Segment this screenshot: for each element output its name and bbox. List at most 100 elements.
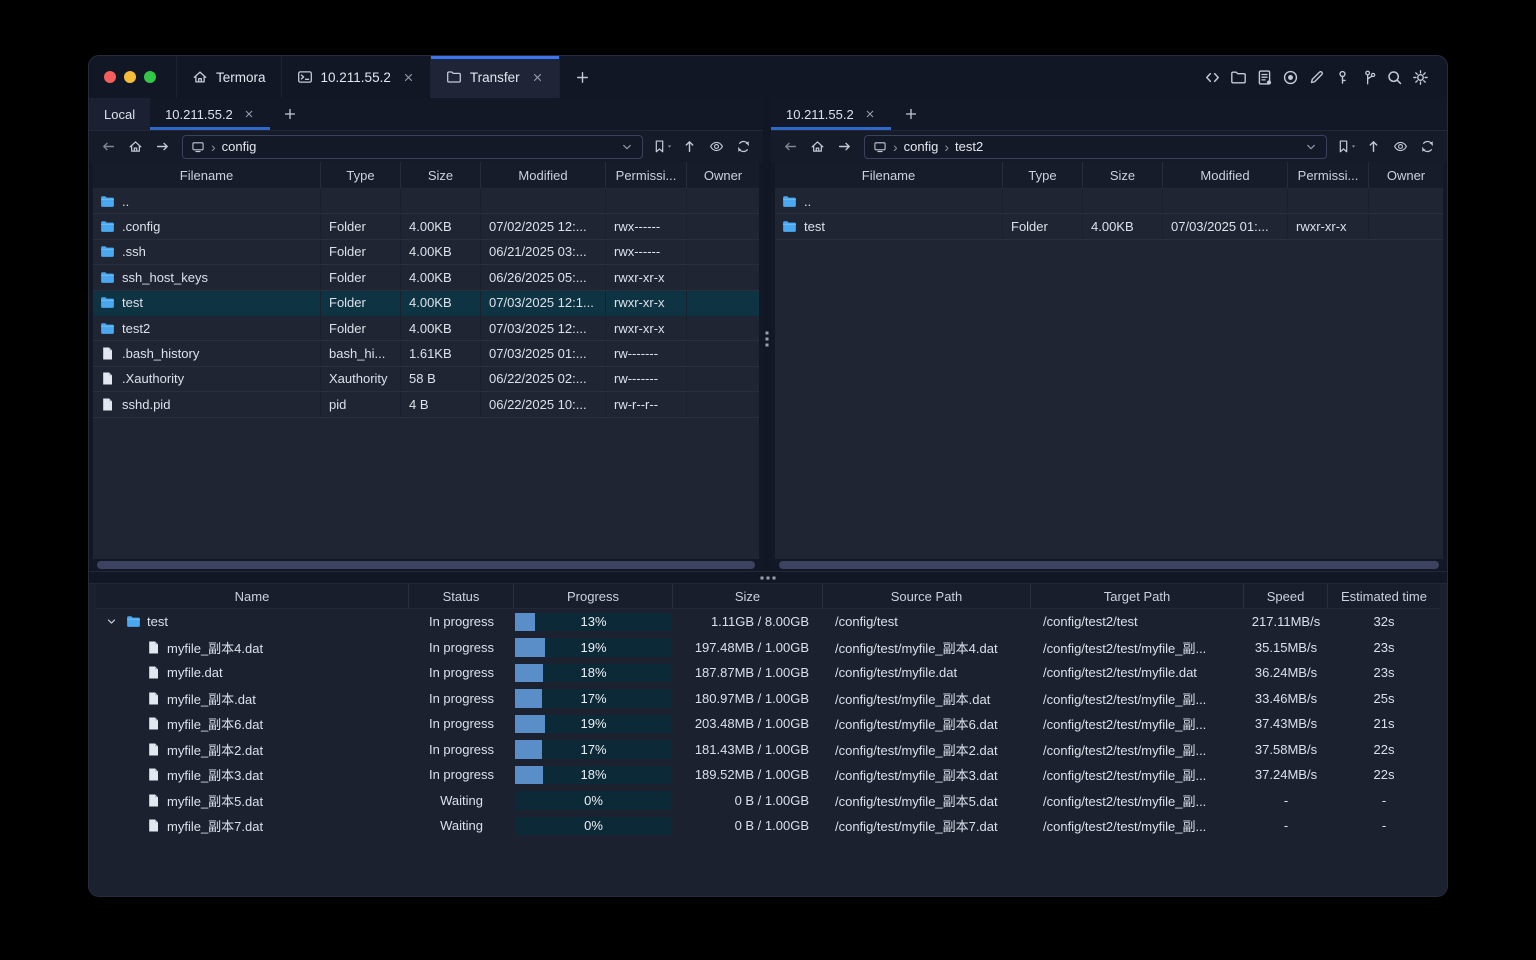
search-icon[interactable] bbox=[1381, 64, 1407, 90]
forward-button[interactable] bbox=[150, 135, 175, 159]
transfer-row[interactable]: myfile_副本2.dat In progress 17% 181.43MB / 1… bbox=[96, 737, 1440, 763]
upload-button[interactable] bbox=[677, 135, 702, 159]
column-header-type[interactable]: Type bbox=[321, 162, 401, 188]
bookmark-dropdown-icon[interactable] bbox=[665, 142, 674, 151]
panel-tab-local[interactable]: Local bbox=[89, 98, 151, 130]
column-header-source-path[interactable]: Source Path bbox=[823, 584, 1031, 608]
home-button[interactable] bbox=[123, 135, 148, 159]
bookmark-dropdown-icon[interactable] bbox=[1349, 142, 1358, 151]
zoom-window-button[interactable] bbox=[144, 71, 156, 83]
home-button[interactable] bbox=[805, 135, 830, 159]
column-header-speed[interactable]: Speed bbox=[1244, 584, 1328, 608]
column-header-modified[interactable]: Modified bbox=[1163, 162, 1288, 188]
upload-button[interactable] bbox=[1361, 135, 1386, 159]
breadcrumb-segment[interactable]: test2 bbox=[955, 139, 983, 154]
panel-tab-10-211-55-2[interactable]: 10.211.55.2 bbox=[771, 98, 891, 130]
gear-icon[interactable] bbox=[1407, 64, 1433, 90]
column-header-status[interactable]: Status bbox=[409, 584, 514, 608]
pencil-icon[interactable] bbox=[1303, 64, 1329, 90]
title-tab-transfer[interactable]: Transfer bbox=[429, 56, 559, 98]
minimize-window-button[interactable] bbox=[124, 71, 136, 83]
file-name: .. bbox=[804, 193, 812, 209]
back-button[interactable] bbox=[96, 135, 121, 159]
title-tab-10-211-55-2[interactable]: 10.211.55.2 bbox=[280, 56, 430, 98]
expand-chevron-icon[interactable] bbox=[102, 615, 120, 628]
transfer-row[interactable]: myfile_副本4.dat In progress 19% 197.48MB / 1… bbox=[96, 635, 1440, 661]
column-header-filename[interactable]: Filename bbox=[775, 162, 1003, 188]
show-hidden-button[interactable] bbox=[704, 135, 729, 159]
title-tab-termora[interactable]: Termora bbox=[176, 56, 281, 98]
scrollbar-thumb[interactable] bbox=[97, 561, 755, 569]
path-input[interactable]: › config › test2 bbox=[864, 134, 1327, 159]
transfer-row[interactable]: myfile_副本3.dat In progress 18% 189.52MB / 1… bbox=[96, 762, 1440, 788]
close-window-button[interactable] bbox=[104, 71, 116, 83]
path-dropdown-chevron-icon[interactable] bbox=[1304, 140, 1318, 154]
column-header-name[interactable]: Name bbox=[96, 584, 409, 608]
refresh-button[interactable] bbox=[731, 135, 756, 159]
column-header-filename[interactable]: Filename bbox=[93, 162, 321, 188]
transfer-row[interactable]: myfile_副本5.dat Waiting 0% 0 B / 1.00GB/conf… bbox=[96, 788, 1440, 814]
refresh-button[interactable] bbox=[1415, 135, 1440, 159]
column-header-owner[interactable]: Owner bbox=[1369, 162, 1443, 188]
code-icon[interactable] bbox=[1199, 64, 1225, 90]
column-header-owner[interactable]: Owner bbox=[687, 162, 759, 188]
file-row[interactable]: .config Folder 4.00KB 07/02/2025 12:... rwx-… bbox=[93, 214, 759, 240]
transfer-row[interactable]: myfile_副本.dat In progress 17% 180.97MB / 1.… bbox=[96, 686, 1440, 712]
transfer-row[interactable]: myfile_副本7.dat Waiting 0% 0 B / 1.00GB/conf… bbox=[96, 813, 1440, 839]
right-horizontal-scrollbar[interactable] bbox=[775, 559, 1443, 571]
tab-close-icon[interactable] bbox=[531, 71, 544, 84]
folder-line-icon[interactable] bbox=[1225, 64, 1251, 90]
bookmark-button[interactable] bbox=[1334, 135, 1359, 159]
column-header-modified[interactable]: Modified bbox=[481, 162, 606, 188]
file-row[interactable]: .ssh Folder 4.00KB 06/21/2025 03:... rwx----… bbox=[93, 239, 759, 266]
tab-close-icon[interactable] bbox=[402, 71, 415, 84]
vertical-splitter[interactable] bbox=[763, 98, 771, 571]
file-row[interactable]: test Folder 4.00KB 07/03/2025 01:... rwxr-xr… bbox=[775, 214, 1443, 240]
file-row[interactable]: .. bbox=[775, 189, 1443, 215]
panel-new-tab-button[interactable] bbox=[891, 98, 931, 130]
column-header-progress[interactable]: Progress bbox=[514, 584, 673, 608]
tab-close-icon[interactable] bbox=[243, 108, 255, 120]
breadcrumb-segment[interactable]: config bbox=[222, 139, 257, 154]
column-header-permissi[interactable]: Permissi... bbox=[1288, 162, 1369, 188]
file-row[interactable]: .Xauthority Xauthority 58 B 06/22/2025 02:.… bbox=[93, 366, 759, 393]
tab-close-icon[interactable] bbox=[864, 108, 876, 120]
column-header-type[interactable]: Type bbox=[1003, 162, 1083, 188]
path-dropdown-chevron-icon[interactable] bbox=[620, 140, 634, 154]
show-hidden-button[interactable] bbox=[1388, 135, 1413, 159]
back-button[interactable] bbox=[778, 135, 803, 159]
column-header-permissi[interactable]: Permissi... bbox=[606, 162, 687, 188]
left-file-panel: Local 10.211.55.2 › config Filename Type Size M… bbox=[89, 98, 763, 571]
file-row[interactable]: .bash_history bash_hi... 1.61KB 07/03/2025 … bbox=[93, 341, 759, 367]
file-row[interactable]: .. bbox=[93, 189, 759, 215]
key-icon[interactable] bbox=[1329, 64, 1355, 90]
transfer-row[interactable]: test In progress 13% 1.11GB / 8.00GB/config… bbox=[96, 609, 1440, 635]
panel-new-tab-button[interactable] bbox=[270, 98, 310, 130]
new-tab-button[interactable] bbox=[558, 56, 605, 98]
transfer-status: Waiting bbox=[440, 818, 483, 834]
branch-icon[interactable] bbox=[1355, 64, 1381, 90]
left-horizontal-scrollbar[interactable] bbox=[93, 559, 759, 571]
transfer-row[interactable]: myfile_副本6.dat In progress 19% 203.48MB / 1… bbox=[96, 711, 1440, 737]
file-permissions-cell bbox=[606, 189, 687, 214]
record-icon[interactable] bbox=[1277, 64, 1303, 90]
column-header-estimated-time[interactable]: Estimated time bbox=[1328, 584, 1440, 608]
horizontal-splitter[interactable] bbox=[89, 571, 1447, 584]
file-row[interactable]: test Folder 4.00KB 07/03/2025 12:1... rwxr-x… bbox=[93, 290, 759, 316]
column-header-size[interactable]: Size bbox=[401, 162, 481, 188]
file-row[interactable]: sshd.pid pid 4 B 06/22/2025 10:... rw-r--r-- bbox=[93, 392, 759, 418]
column-header-size[interactable]: Size bbox=[1083, 162, 1163, 188]
column-header-size[interactable]: Size bbox=[673, 584, 823, 608]
column-header-target-path[interactable]: Target Path bbox=[1031, 584, 1244, 608]
path-input[interactable]: › config bbox=[182, 134, 643, 159]
scrollbar-thumb[interactable] bbox=[779, 561, 1439, 569]
panel-tab-10-211-55-2[interactable]: 10.211.55.2 bbox=[150, 98, 270, 130]
file-size-cell: 4 B bbox=[401, 392, 481, 417]
file-row[interactable]: ssh_host_keys Folder 4.00KB 06/26/2025 05:.… bbox=[93, 265, 759, 291]
transfer-row[interactable]: myfile.dat In progress 18% 187.87MB / 1.00G… bbox=[96, 660, 1440, 686]
forward-button[interactable] bbox=[832, 135, 857, 159]
file-row[interactable]: test2 Folder 4.00KB 07/03/2025 12:... rwxr-x… bbox=[93, 315, 759, 342]
log-icon[interactable] bbox=[1251, 64, 1277, 90]
bookmark-button[interactable] bbox=[650, 135, 675, 159]
breadcrumb-segment[interactable]: config bbox=[904, 139, 939, 154]
